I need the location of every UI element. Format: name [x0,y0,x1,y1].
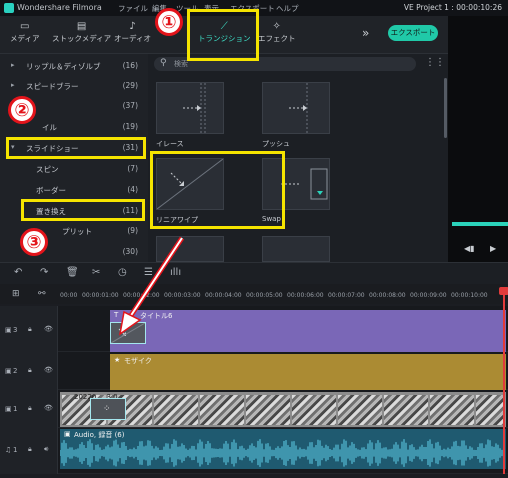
drag-arrow-annotation [118,236,185,336]
